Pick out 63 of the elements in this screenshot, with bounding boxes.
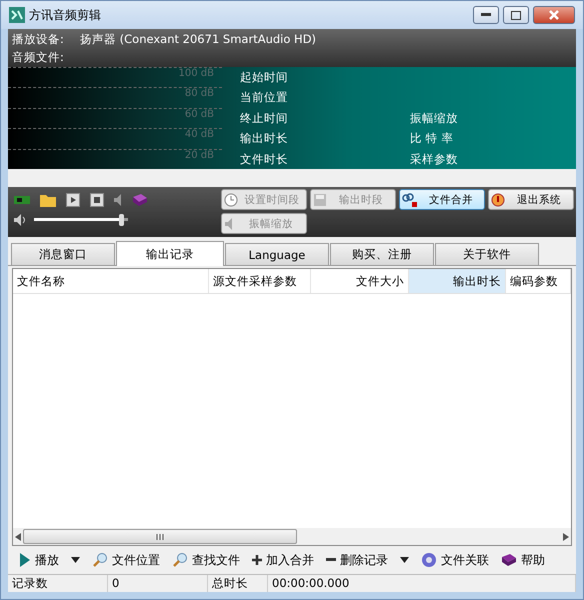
minimize-icon [481, 13, 491, 17]
time-field-label: 输出时长 [239, 130, 289, 148]
info-value: 扬声器 (Conexant 20671 SmartAudio HD) [80, 32, 316, 46]
minimize-button[interactable] [473, 6, 499, 24]
tab[interactable]: 消息窗口 [11, 243, 115, 265]
info-label: 播放设备: [12, 32, 65, 46]
toolbar-button[interactable]: 文件合并 [399, 189, 485, 210]
minus-icon [326, 558, 336, 562]
db-scale-label: 60 dB [8, 108, 222, 128]
time-field-label: 当前位置 [239, 89, 289, 106]
merge-icon [402, 192, 418, 206]
status-text: 00:00:00.000 [268, 575, 576, 592]
status-text: 记录数 [8, 575, 108, 592]
play-box-icon[interactable] [66, 193, 80, 207]
maximize-button[interactable] [503, 6, 529, 24]
toolbar-action[interactable]: 加入合并 [249, 548, 317, 572]
param-field-label: 振幅缩放 [409, 110, 459, 127]
toolbar-action[interactable]: 文件位置 [89, 548, 163, 572]
info-label: 音频文件: [12, 50, 65, 64]
toolbar-action[interactable]: 播放 [16, 548, 62, 572]
power-icon [491, 192, 505, 206]
param-field-label: 比 特 率 [409, 130, 454, 148]
column-header[interactable]: 输出时长 [409, 269, 506, 293]
speaker-icon[interactable] [114, 193, 122, 207]
toolbar-action[interactable]: 帮助 [498, 548, 548, 572]
tab[interactable]: 购买、注册 [330, 243, 434, 265]
db-scale-label: 40 dB [8, 128, 222, 149]
toolbar-action[interactable]: 查找文件 [169, 548, 243, 572]
sound-card-icon[interactable] [14, 194, 30, 206]
dropdown-arrow-icon [400, 557, 409, 563]
dropdown-arrow-icon [71, 557, 80, 563]
volume-icon [14, 213, 28, 227]
magnifier-icon [92, 552, 108, 568]
status-text: 0 [108, 575, 208, 592]
horizontal-scrollbar[interactable] [13, 528, 571, 545]
tab[interactable]: 输出记录 [116, 241, 224, 266]
window-title: 方讯音频剪辑 [29, 6, 102, 24]
magnifier-icon [172, 552, 188, 568]
db-scale-label: 100 dB [8, 67, 222, 88]
time-field-label: 起始时间 [239, 69, 289, 86]
scroll-right-icon[interactable] [563, 532, 569, 540]
toolbar-action[interactable]: 删除记录 [323, 548, 391, 572]
play-icon [19, 552, 31, 568]
close-icon [549, 10, 559, 20]
plus-icon [252, 555, 262, 565]
db-scale-label: 20 dB [8, 148, 222, 169]
grip-icon [156, 534, 164, 540]
toolbar-action[interactable]: 文件关联 [418, 548, 492, 572]
tab[interactable]: Language [225, 243, 329, 265]
stop-box-icon[interactable] [90, 193, 104, 207]
maximize-icon [511, 10, 521, 20]
app-logo-icon [9, 7, 25, 23]
status-text: 总时长 [208, 575, 268, 592]
param-field-label: 采样参数 [409, 150, 459, 168]
scroll-left-icon[interactable] [15, 532, 21, 540]
time-field-label: 终止时间 [239, 110, 289, 127]
clock-icon [224, 192, 238, 206]
db-scale-label: 80 dB [8, 87, 222, 108]
folder-icon[interactable] [40, 193, 56, 207]
close-button[interactable] [533, 6, 575, 24]
toolbar-button[interactable]: 退出系统 [488, 189, 574, 210]
tab[interactable]: 关于软件 [435, 243, 539, 265]
time-field-label: 文件时长 [239, 150, 289, 168]
